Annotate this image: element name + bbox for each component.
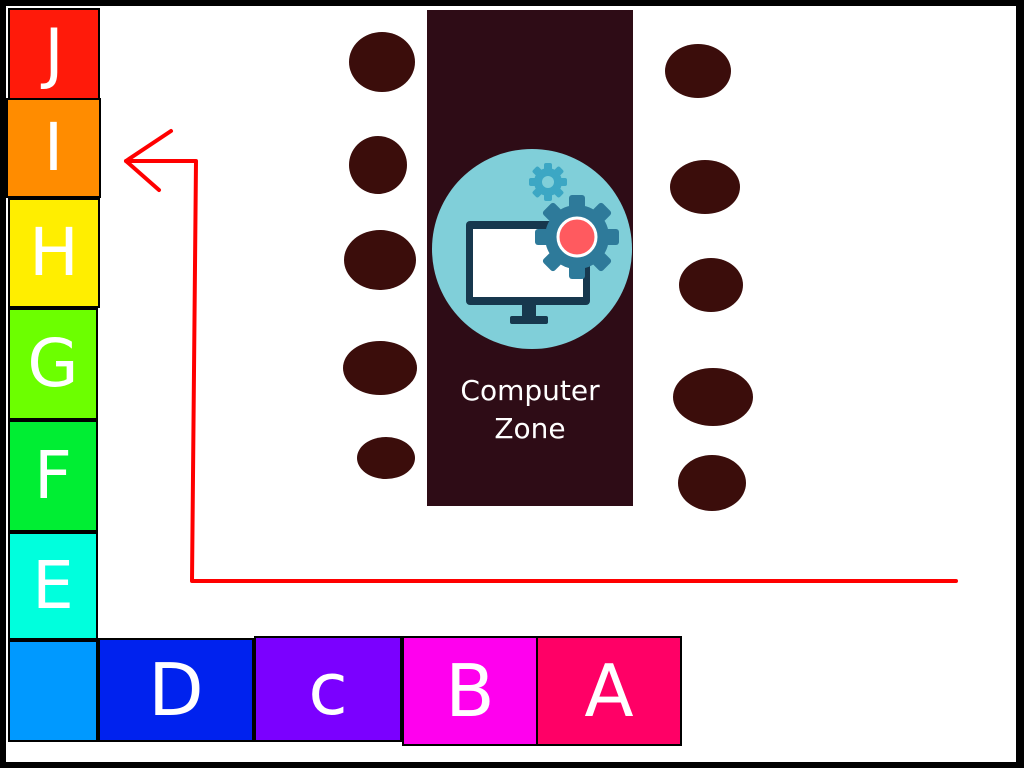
chair-left-5[interactable] [357, 437, 415, 479]
chair-left-2[interactable] [349, 136, 407, 194]
computer-zone-table[interactable]: Computer Zone [427, 10, 633, 506]
computer-settings-icon [432, 149, 632, 349]
chair-left-3[interactable] [344, 230, 416, 290]
computer-zone-label: Computer Zone [460, 374, 600, 445]
chair-right-4[interactable] [673, 368, 753, 426]
chair-left-1[interactable] [349, 32, 415, 92]
chair-right-3[interactable] [679, 258, 743, 312]
chair-right-5[interactable] [678, 455, 746, 511]
chair-left-4[interactable] [343, 341, 417, 395]
floor-plan: J I H G F E D c B A Computer Zone [6, 6, 1016, 762]
chair-right-2[interactable] [670, 160, 740, 214]
chair-right-1[interactable] [665, 44, 731, 98]
